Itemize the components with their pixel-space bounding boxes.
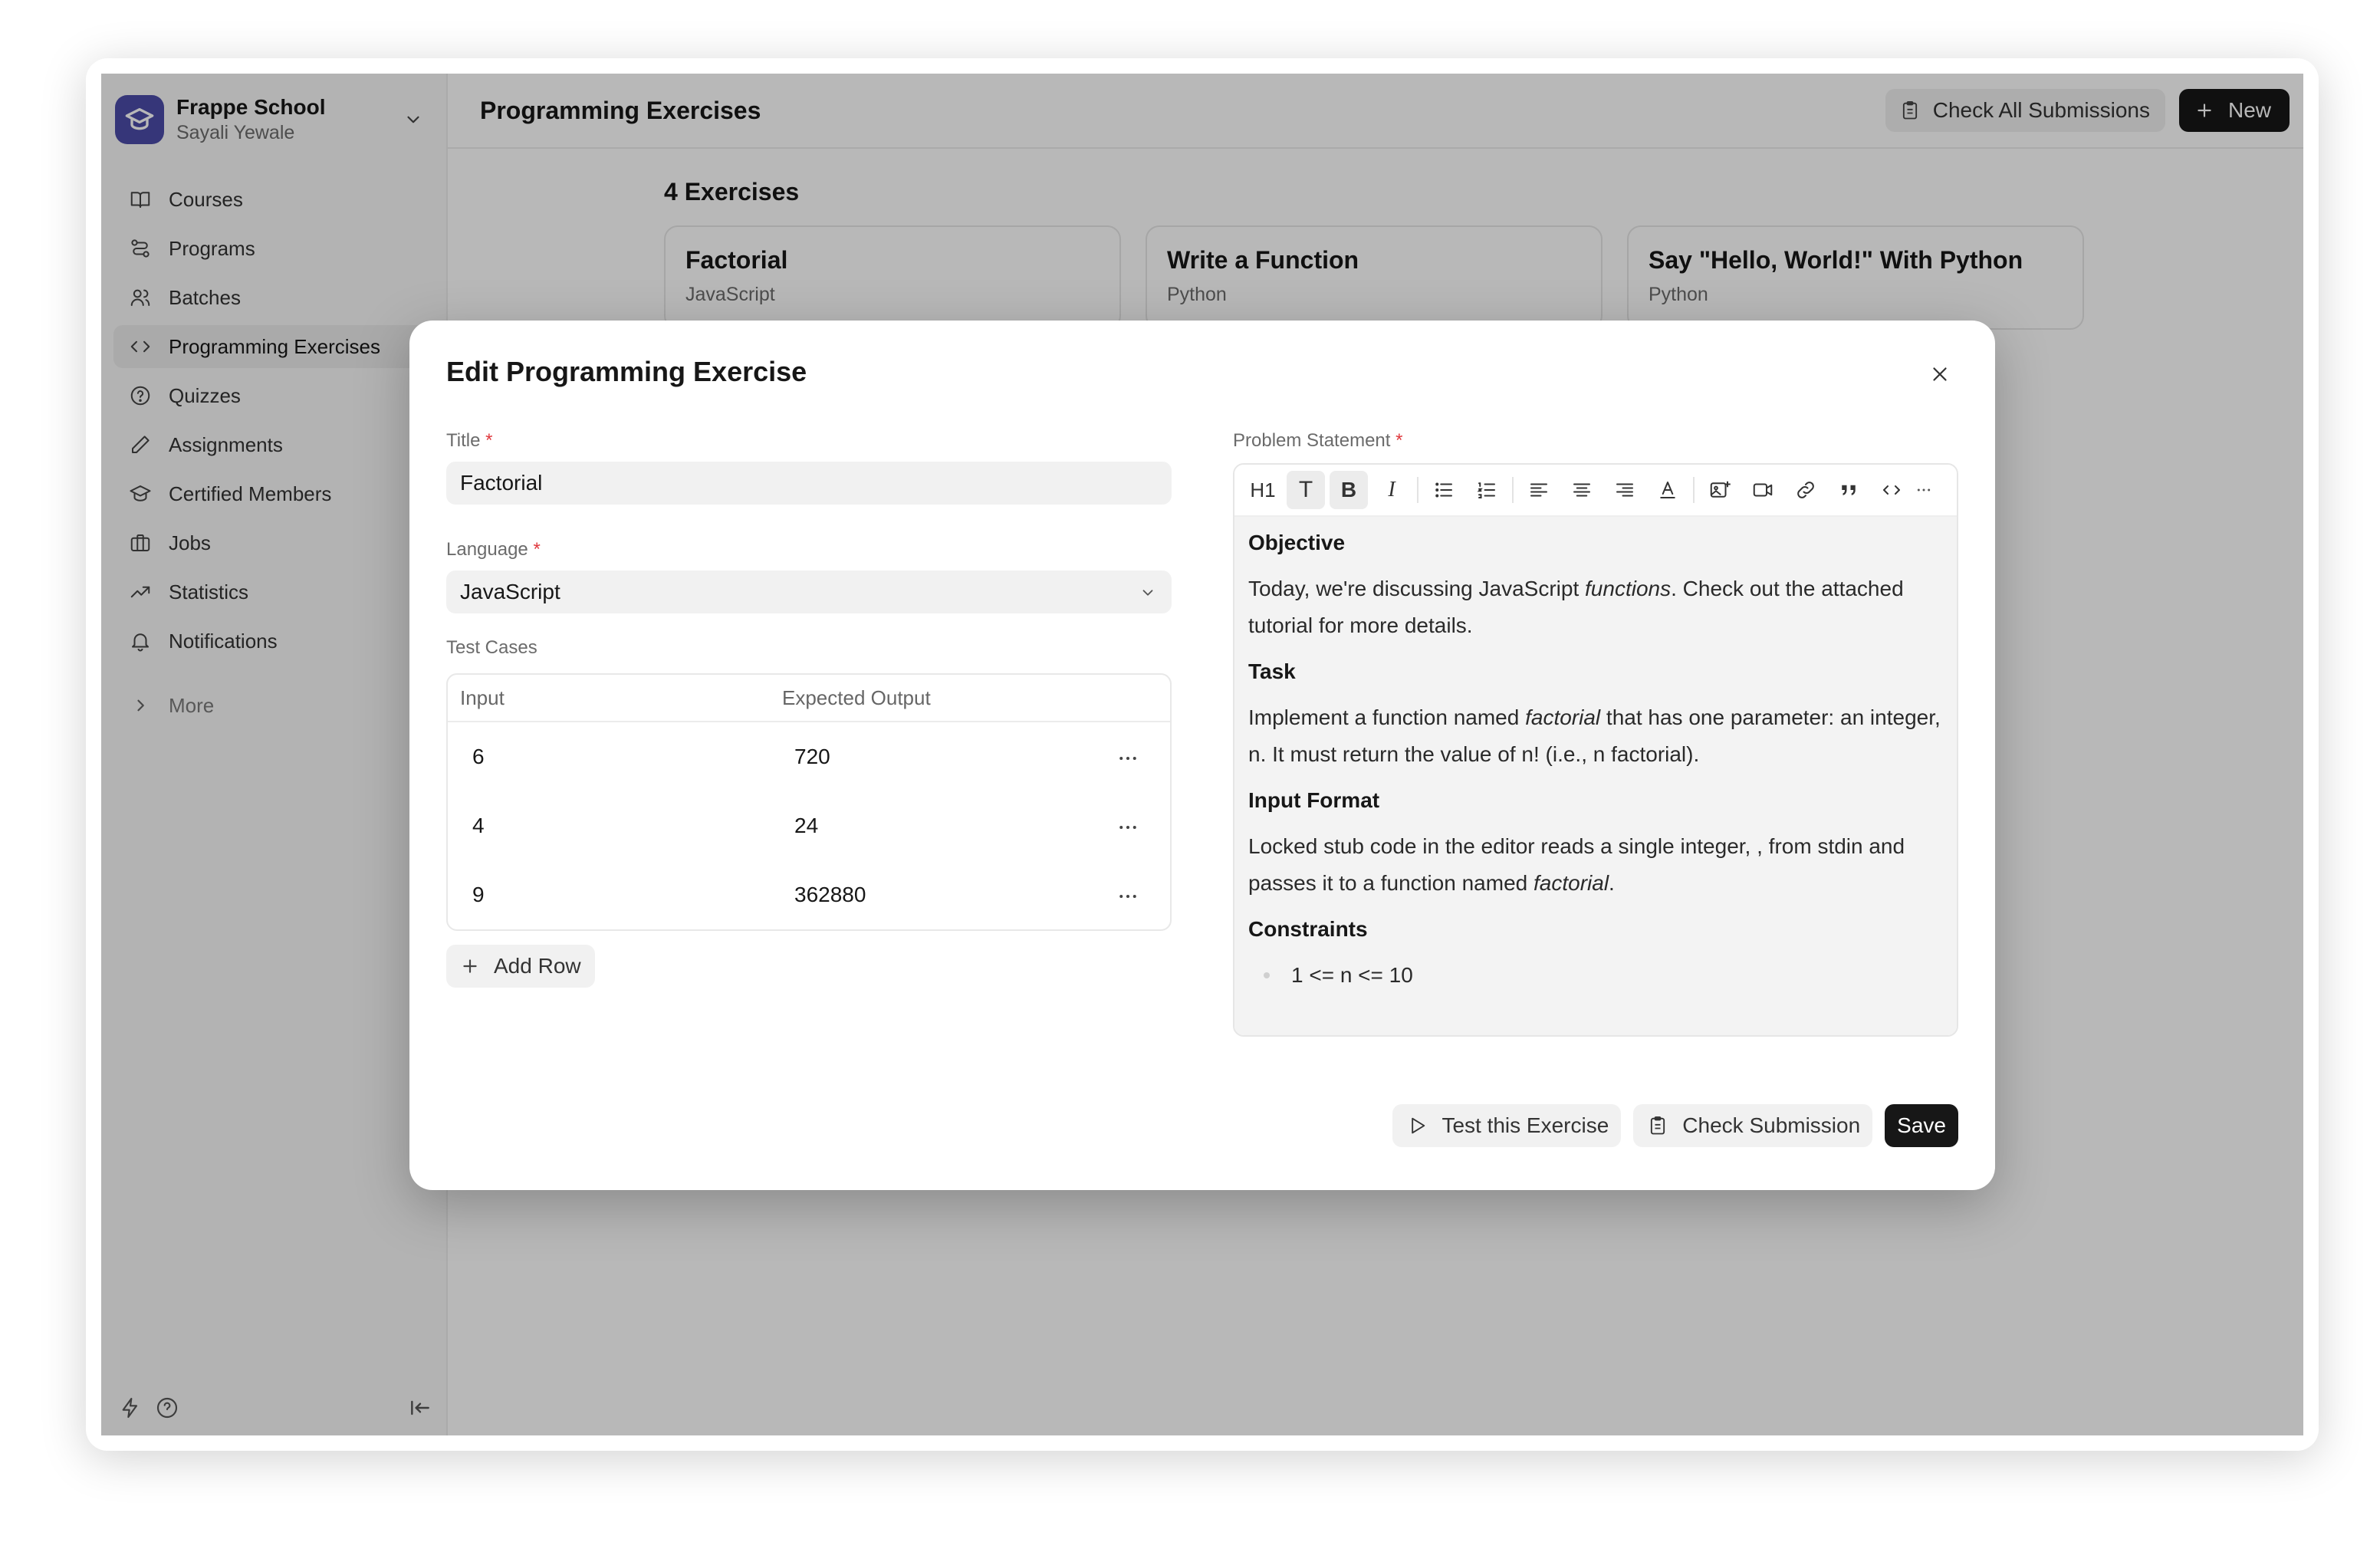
chevron-down-icon — [1139, 584, 1156, 601]
font-color-icon[interactable] — [1649, 471, 1687, 509]
align-left-icon[interactable] — [1520, 471, 1558, 509]
paragraph-button[interactable]: T — [1287, 471, 1325, 509]
cell-output[interactable]: 362880 — [782, 883, 866, 907]
list-item: 1 <= n <= 10 — [1248, 957, 1943, 994]
more-options-icon[interactable] — [1116, 885, 1139, 908]
table-row[interactable]: 4 24 — [448, 791, 1170, 860]
problem-statement-section: Problem Statement * H1 T B I Objective T… — [1233, 429, 1958, 1037]
table-row[interactable]: 9 362880 — [448, 860, 1170, 929]
check-submission-button[interactable]: Check Submission — [1633, 1104, 1873, 1147]
align-right-icon[interactable] — [1606, 471, 1644, 509]
link-icon[interactable] — [1787, 471, 1825, 509]
quote-icon[interactable] — [1829, 471, 1868, 509]
image-icon[interactable] — [1701, 471, 1739, 509]
objective-text: Today, we're discussing JavaScript funct… — [1248, 577, 1904, 637]
edit-exercise-dialog: Edit Programming Exercise Title * Factor… — [409, 321, 1995, 1190]
bold-button[interactable]: B — [1330, 471, 1368, 509]
add-row-button[interactable]: Add Row — [446, 945, 595, 988]
input-format-text: Locked stub code in the editor reads a s… — [1248, 834, 1905, 895]
input-format-heading: Input Format — [1248, 788, 1380, 812]
check-submission-label: Check Submission — [1682, 1113, 1861, 1137]
numbered-list-icon[interactable] — [1468, 471, 1506, 509]
more-options-icon[interactable] — [1116, 747, 1139, 770]
editor-content[interactable]: Objective Today, we're discussing JavaSc… — [1234, 517, 1957, 1035]
constraints-heading: Constraints — [1248, 917, 1368, 941]
add-row-label: Add Row — [494, 954, 581, 978]
title-label: Title * — [446, 430, 493, 451]
objective-heading: Objective — [1248, 531, 1346, 554]
code-block-icon[interactable] — [1872, 471, 1911, 509]
play-icon — [1406, 1115, 1441, 1136]
save-button[interactable]: Save — [1885, 1104, 1958, 1147]
table-header: Input Expected Output — [448, 675, 1170, 722]
problem-statement-editor: H1 T B I Objective Today, we're discussi… — [1233, 463, 1958, 1037]
video-icon[interactable] — [1744, 471, 1782, 509]
cell-input[interactable]: 4 — [448, 814, 782, 838]
constraints-list: 1 <= n <= 10 — [1248, 957, 1943, 994]
more-options-icon[interactable] — [1116, 816, 1139, 839]
clipboard-icon — [1647, 1115, 1682, 1136]
language-label: Language * — [446, 539, 541, 560]
cell-output[interactable]: 720 — [782, 745, 830, 769]
dialog-title: Edit Programming Exercise — [446, 356, 807, 387]
cell-input[interactable]: 6 — [448, 745, 782, 769]
test-exercise-label: Test this Exercise — [1441, 1113, 1609, 1137]
column-header-input: Input — [460, 686, 505, 709]
heading-button[interactable]: H1 — [1244, 471, 1282, 509]
more-tools-icon[interactable] — [1915, 471, 1932, 509]
task-heading: Task — [1248, 659, 1296, 683]
task-text: Implement a function named factorial tha… — [1248, 705, 1941, 766]
title-input[interactable]: Factorial — [446, 462, 1172, 505]
close-icon[interactable] — [1925, 359, 1955, 390]
test-exercise-button[interactable]: Test this Exercise — [1392, 1104, 1622, 1147]
test-cases-table: Input Expected Output 6 720 4 24 9 36288… — [446, 673, 1172, 931]
bullet-list-icon[interactable] — [1425, 471, 1463, 509]
italic-button[interactable]: I — [1372, 471, 1411, 509]
table-row[interactable]: 6 720 — [448, 722, 1170, 791]
dialog-actions: Test this Exercise Check Submission Save — [1392, 1104, 1958, 1147]
language-select[interactable]: JavaScript — [446, 570, 1172, 613]
test-cases-label: Test Cases — [446, 637, 537, 658]
cell-input[interactable]: 9 — [448, 883, 782, 907]
cell-output[interactable]: 24 — [782, 814, 818, 838]
problem-statement-label: Problem Statement * — [1233, 430, 1403, 451]
plus-icon — [460, 956, 494, 976]
editor-toolbar: H1 T B I — [1234, 465, 1957, 517]
align-center-icon[interactable] — [1563, 471, 1601, 509]
exercise-form: Title * Factorial Language * JavaScript … — [446, 429, 1172, 988]
column-header-expected-output: Expected Output — [782, 686, 931, 709]
